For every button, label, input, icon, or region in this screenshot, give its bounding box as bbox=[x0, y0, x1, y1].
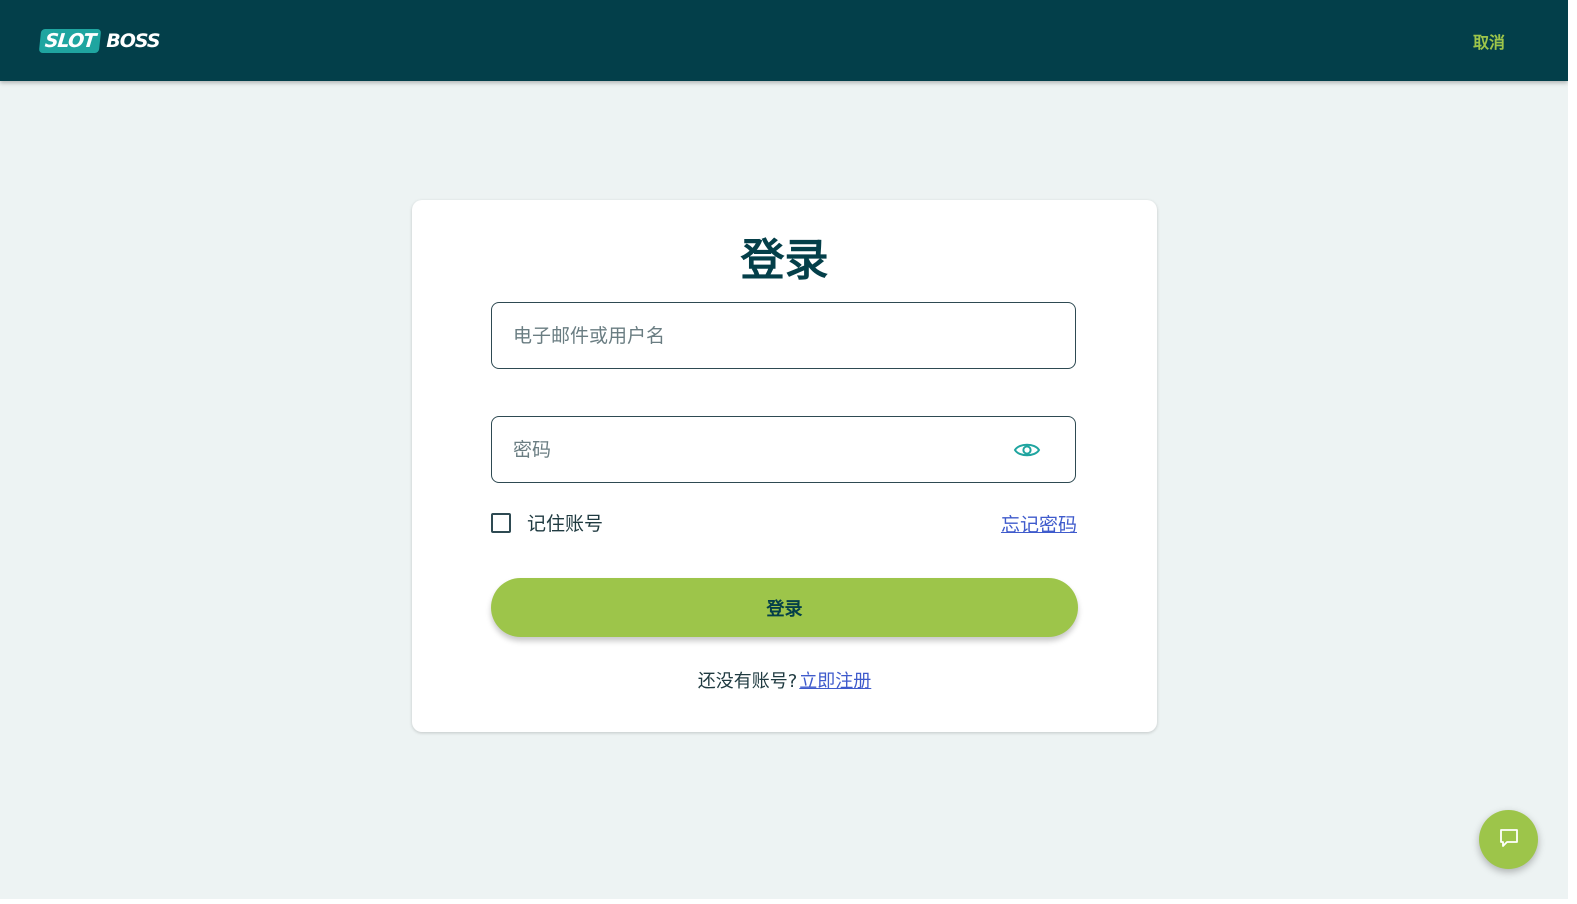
email-input[interactable] bbox=[492, 303, 1075, 368]
password-input[interactable] bbox=[492, 417, 1075, 482]
chat-bubble-icon bbox=[1498, 827, 1520, 853]
top-bar: SLOT BOSS 取消 bbox=[0, 0, 1568, 81]
login-card: 登录 记住账号 忘记密码 登录 还没有账号?立即注册 bbox=[412, 200, 1157, 732]
remember-checkbox[interactable] bbox=[491, 512, 511, 533]
logo-boss-text: BOSS bbox=[106, 30, 160, 52]
chat-button[interactable] bbox=[1479, 810, 1538, 869]
login-title: 登录 bbox=[740, 235, 829, 286]
cancel-link[interactable]: 取消 bbox=[1473, 29, 1505, 53]
login-button[interactable]: 登录 bbox=[491, 578, 1078, 637]
no-account-text: 还没有账号? bbox=[697, 671, 798, 692]
forgot-password-link[interactable]: 忘记密码 bbox=[1001, 510, 1077, 537]
remember-label: 记住账号 bbox=[527, 513, 604, 535]
email-field bbox=[491, 302, 1076, 369]
signup-row: 还没有账号? 立即注册 bbox=[412, 667, 1157, 693]
remember-me[interactable]: 记住账号 bbox=[491, 509, 603, 536]
slotboss-logo[interactable]: SLOT BOSS bbox=[38, 29, 161, 53]
signup-link[interactable]: 立即注册 bbox=[799, 671, 871, 692]
password-field bbox=[491, 416, 1076, 483]
logo-slot-text: SLOT bbox=[38, 29, 102, 53]
eye-icon[interactable] bbox=[1013, 440, 1041, 460]
page-frame: SLOT BOSS 取消 登录 记住账号 忘记密码 登录 还没有账号?立即注 bbox=[0, 0, 1568, 899]
